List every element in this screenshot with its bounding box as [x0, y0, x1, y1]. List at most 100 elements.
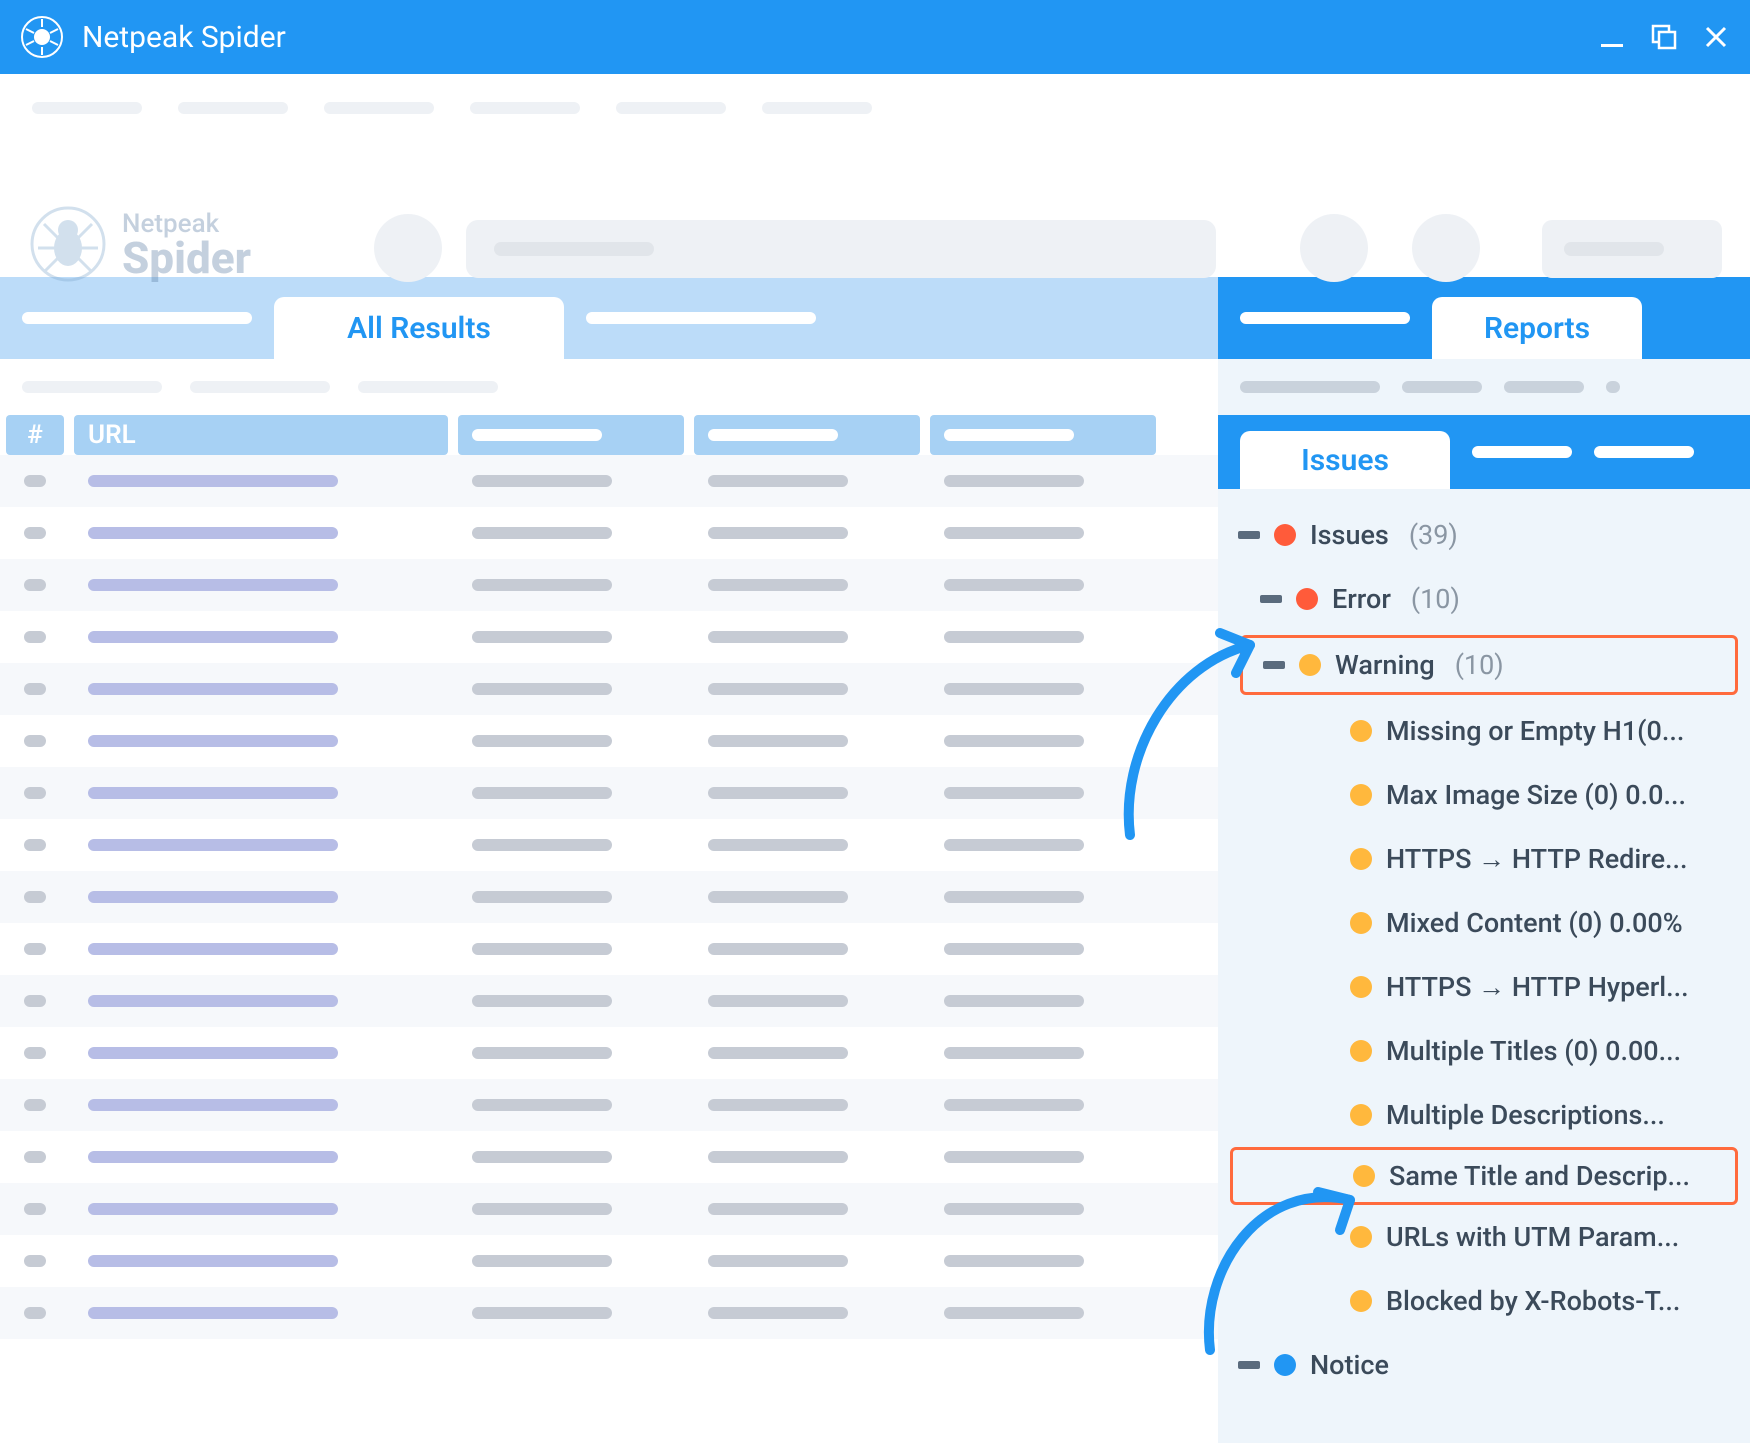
collapse-icon[interactable] — [1260, 595, 1282, 603]
table-row[interactable] — [0, 923, 1218, 975]
tree-node-warning[interactable]: Warning (10) — [1240, 635, 1738, 695]
tab-placeholder[interactable] — [1240, 312, 1410, 324]
table-row[interactable] — [0, 663, 1218, 715]
collapse-icon[interactable] — [1238, 531, 1260, 539]
table-header-url[interactable]: URL — [74, 415, 448, 455]
tab-label: Reports — [1484, 311, 1590, 346]
tab-placeholder[interactable] — [1472, 446, 1572, 458]
table-row[interactable] — [0, 611, 1218, 663]
tree-item-warning[interactable]: Mixed Content (0) 0.00% — [1230, 891, 1738, 955]
tree-node-notice[interactable]: Notice — [1230, 1333, 1738, 1397]
table-row[interactable] — [0, 1183, 1218, 1235]
toolbar-dropdown-placeholder[interactable] — [1542, 220, 1722, 278]
tree-item-label: HTTPS → HTTP Redire... — [1386, 843, 1688, 875]
row-num — [6, 1139, 64, 1175]
row-url — [74, 1243, 448, 1279]
tree-node-error[interactable]: Error (10) — [1230, 567, 1738, 631]
row-num — [6, 723, 64, 759]
row-cell — [930, 567, 1156, 603]
table-header-col[interactable] — [930, 415, 1156, 455]
results-panel: All Results # URL — [0, 277, 1218, 1443]
row-cell — [694, 879, 920, 915]
row-num — [6, 619, 64, 655]
toolbar-area: Netpeak Spider — [0, 74, 1750, 277]
tab-issues[interactable]: Issues — [1240, 431, 1450, 489]
row-num — [6, 879, 64, 915]
table-row[interactable] — [0, 715, 1218, 767]
row-url — [74, 515, 448, 551]
close-button[interactable] — [1702, 23, 1730, 51]
tree-item-label: Mixed Content (0) 0.00% — [1386, 907, 1683, 939]
tree-root-issues[interactable]: Issues (39) — [1230, 503, 1738, 567]
minimize-button[interactable] — [1598, 23, 1626, 51]
row-cell — [930, 1139, 1156, 1175]
row-num — [6, 1087, 64, 1123]
tree-item-warning[interactable]: Same Title and Descrip... — [1230, 1147, 1738, 1205]
table-row[interactable] — [0, 455, 1218, 507]
spider-logo-icon — [28, 204, 108, 284]
tab-placeholder[interactable] — [22, 312, 252, 324]
row-cell — [458, 1087, 684, 1123]
row-url — [74, 983, 448, 1019]
collapse-icon[interactable] — [1263, 661, 1285, 669]
tree-item-label: Same Title and Descrip... — [1389, 1160, 1690, 1192]
tree-item-warning[interactable]: Blocked by X-Robots-T... — [1230, 1269, 1738, 1333]
table-row[interactable] — [0, 975, 1218, 1027]
tab-reports[interactable]: Reports — [1432, 297, 1642, 359]
row-num — [6, 931, 64, 967]
table-header-col[interactable] — [694, 415, 920, 455]
tree-item-warning[interactable]: HTTPS → HTTP Hyperl... — [1230, 955, 1738, 1019]
tree-item-label: Missing or Empty H1(0... — [1386, 715, 1684, 747]
row-cell — [458, 619, 684, 655]
row-cell — [930, 619, 1156, 655]
row-url — [74, 567, 448, 603]
tree-item-warning[interactable]: Multiple Descriptions... — [1230, 1083, 1738, 1147]
toolbar-button-placeholder[interactable] — [1412, 214, 1480, 282]
tab-all-results[interactable]: All Results — [274, 297, 564, 359]
toolbar-button-placeholder[interactable] — [374, 214, 442, 282]
row-cell — [458, 723, 684, 759]
table-row[interactable] — [0, 819, 1218, 871]
row-cell — [694, 931, 920, 967]
results-filter-bar — [0, 359, 1218, 415]
row-num — [6, 1295, 64, 1331]
tree-item-warning[interactable]: Max Image Size (0) 0.0... — [1230, 763, 1738, 827]
row-cell — [930, 1243, 1156, 1279]
tree-item-warning[interactable]: URLs with UTM Param... — [1230, 1205, 1738, 1269]
tree-item-warning[interactable]: HTTPS → HTTP Redire... — [1230, 827, 1738, 891]
collapse-icon[interactable] — [1238, 1361, 1260, 1369]
toolbar-button-placeholder[interactable] — [1300, 214, 1368, 282]
side-tab-bar: Reports — [1218, 277, 1750, 359]
row-cell — [458, 931, 684, 967]
row-cell — [694, 671, 920, 707]
row-cell — [458, 827, 684, 863]
table-row[interactable] — [0, 767, 1218, 819]
row-cell — [930, 1087, 1156, 1123]
table-row[interactable] — [0, 507, 1218, 559]
url-input-placeholder[interactable] — [466, 220, 1216, 278]
app-logo-icon — [20, 15, 64, 59]
tab-placeholder[interactable] — [1594, 446, 1694, 458]
tree-item-label: Multiple Titles (0) 0.00... — [1386, 1035, 1681, 1067]
table-row[interactable] — [0, 871, 1218, 923]
table-row[interactable] — [0, 1235, 1218, 1287]
warning-dot-icon — [1350, 720, 1372, 742]
maximize-button[interactable] — [1650, 23, 1678, 51]
row-cell — [694, 1191, 920, 1227]
table-row[interactable] — [0, 559, 1218, 611]
table-row[interactable] — [0, 1131, 1218, 1183]
table-header-num[interactable]: # — [6, 415, 64, 455]
warning-dot-icon — [1353, 1165, 1375, 1187]
row-url — [74, 671, 448, 707]
table-row[interactable] — [0, 1287, 1218, 1339]
tree-item-warning[interactable]: Multiple Titles (0) 0.00... — [1230, 1019, 1738, 1083]
tab-placeholder[interactable] — [586, 312, 816, 324]
brand-text-bottom: Spider — [122, 239, 251, 279]
warning-dot-icon — [1350, 1040, 1372, 1062]
table-header-col[interactable] — [458, 415, 684, 455]
table-row[interactable] — [0, 1079, 1218, 1131]
row-cell — [694, 1295, 920, 1331]
tree-item-warning[interactable]: Missing or Empty H1(0... — [1230, 699, 1738, 763]
table-row[interactable] — [0, 1027, 1218, 1079]
side-panel: Reports Issues Issues (39) Error — [1218, 277, 1750, 1443]
